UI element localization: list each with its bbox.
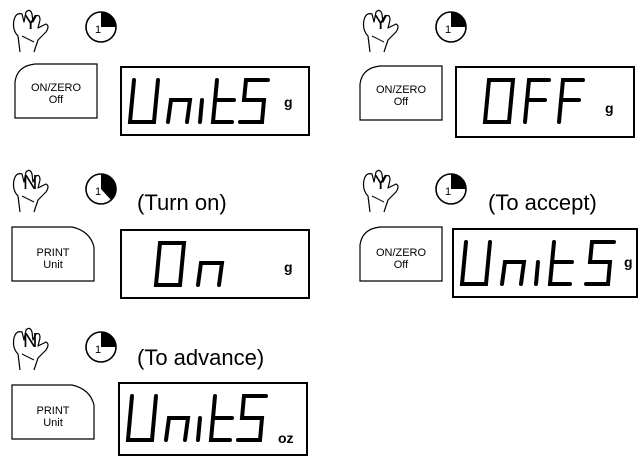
timer-value: 1 xyxy=(445,186,452,198)
on-zero-off-key[interactable]: ON/ZERO Off xyxy=(358,64,444,122)
lcd-unit: g xyxy=(284,94,293,110)
answer-letter: N xyxy=(23,172,38,194)
step-caption: (To advance) xyxy=(137,345,265,370)
lcd-display: g xyxy=(120,66,310,136)
lcd-segments xyxy=(459,240,616,286)
print-unit-key[interactable]: PRINT Unit xyxy=(10,383,96,441)
on-zero-off-key[interactable]: ON/ZERO Off xyxy=(358,225,444,283)
timer-value: 1 xyxy=(95,186,102,198)
key-label-bottom: Off xyxy=(393,96,409,108)
answer-letter: Y xyxy=(24,12,38,34)
timer-value: 1 xyxy=(95,344,102,356)
key-label-top: ON/ZERO xyxy=(375,247,427,259)
step-caption: (Turn on) xyxy=(137,190,227,215)
key-label-top: PRINT xyxy=(36,247,70,259)
answer-letter: Y xyxy=(374,12,388,34)
lcd-unit: g xyxy=(605,100,614,116)
key-label-top: PRINT xyxy=(36,405,70,417)
lcd-display: g xyxy=(455,66,635,138)
key-label-bottom: Unit xyxy=(43,259,63,271)
key-label-bottom: Unit xyxy=(43,417,63,429)
answer-letter: Y xyxy=(374,172,388,194)
lcd-unit: g xyxy=(284,259,293,275)
lcd-display: g xyxy=(452,228,638,298)
print-unit-key[interactable]: PRINT Unit xyxy=(10,225,96,283)
key-label-top: ON/ZERO xyxy=(30,82,82,94)
key-label-top: ON/ZERO xyxy=(375,84,427,96)
lcd-display: g xyxy=(120,229,310,299)
key-label-bottom: Off xyxy=(393,259,409,271)
lcd-segments xyxy=(153,241,225,287)
on-zero-off-key[interactable]: ON/ZERO Off xyxy=(13,62,99,120)
step-caption: (To accept) xyxy=(488,190,597,215)
timer-value: 1 xyxy=(95,24,102,36)
lcd-display: oz xyxy=(118,382,308,456)
answer-letter: N xyxy=(23,330,38,352)
lcd-segments xyxy=(127,78,270,124)
timer-value: 1 xyxy=(445,24,452,36)
key-label-bottom: Off xyxy=(48,94,64,106)
lcd-unit: g xyxy=(624,254,633,270)
lcd-unit: oz xyxy=(278,430,294,446)
